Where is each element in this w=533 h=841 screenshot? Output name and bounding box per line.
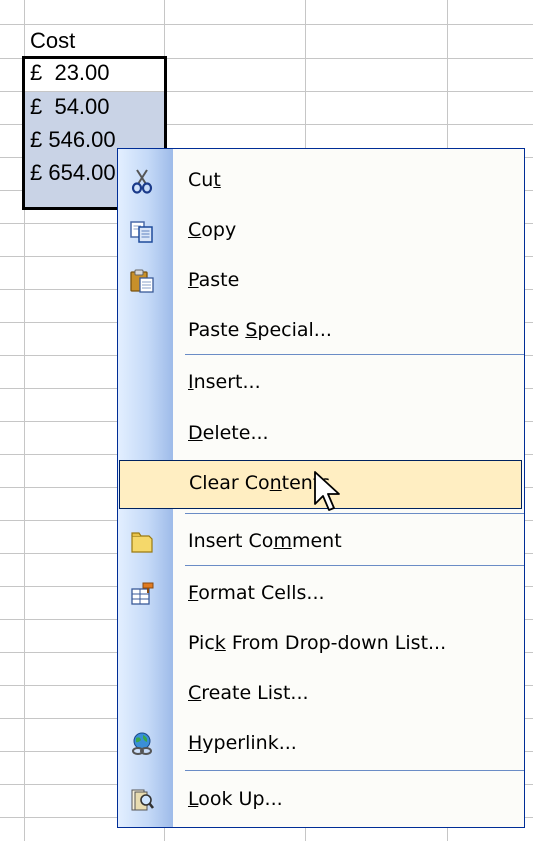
menu-item-look-up[interactable]: Look Up... [118, 775, 523, 824]
menu-item-copy[interactable]: Copy [118, 206, 523, 255]
menu-item-label: Paste [188, 269, 240, 291]
paste-icon [129, 268, 155, 294]
menu-item-label: Cut [188, 169, 221, 191]
cell-cost-3[interactable]: £ 546.00 [30, 127, 116, 153]
menu-item-insert[interactable]: Insert... [118, 358, 523, 407]
menu-item-paste-special[interactable]: Paste Special... [118, 306, 523, 355]
menu-item-cut[interactable]: Cut [118, 156, 523, 205]
menu-item-label: Format Cells... [188, 582, 325, 604]
menu-separator [185, 354, 524, 355]
menu-item-label: Delete... [188, 422, 269, 444]
research-icon [129, 787, 155, 813]
menu-item-label: Look Up... [188, 788, 283, 810]
menu-separator [185, 770, 524, 771]
menu-item-label: Clear Contents [189, 472, 331, 494]
menu-item-format-cells[interactable]: Format Cells... [118, 569, 523, 618]
menu-item-insert-comment[interactable]: Insert Comment [118, 517, 523, 566]
menu-item-label: Pick From Drop-down List... [188, 632, 447, 654]
menu-item-hyperlink[interactable]: Hyperlink... [118, 719, 523, 768]
menu-item-label: Insert Comment [188, 530, 342, 552]
scissors-icon [129, 168, 155, 194]
cell-cost-4[interactable]: £ 654.00 [30, 160, 116, 186]
copy-icon [129, 218, 155, 244]
column-header-cost[interactable]: Cost [30, 28, 75, 54]
cell-cost-1[interactable]: £ 23.00 [30, 60, 110, 86]
cell-cost-2[interactable]: £ 54.00 [30, 94, 110, 120]
menu-separator [185, 565, 524, 566]
menu-separator [185, 513, 524, 514]
menu-item-label: Create List... [188, 682, 309, 704]
menu-item-create-list[interactable]: Create List... [118, 669, 523, 718]
menu-item-paste[interactable]: Paste [118, 256, 523, 305]
mouse-cursor-icon [314, 471, 340, 511]
insert-comment-icon [129, 529, 155, 555]
hyperlink-icon [129, 731, 155, 757]
menu-item-label: Hyperlink... [188, 732, 297, 754]
menu-item-label: Copy [188, 219, 237, 241]
menu-item-label: Insert... [188, 371, 261, 393]
menu-item-delete[interactable]: Delete... [118, 409, 523, 458]
menu-item-label: Paste Special... [188, 319, 332, 341]
format-cells-icon [129, 581, 155, 607]
menu-item-pick-from-list[interactable]: Pick From Drop-down List... [118, 619, 523, 668]
